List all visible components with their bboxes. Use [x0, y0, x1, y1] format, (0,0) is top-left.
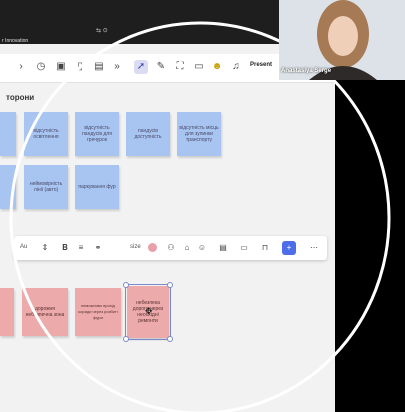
sticky-note[interactable]: відсутність місць для зупинки транспорту: [177, 112, 221, 156]
participant-name: Anastasiya Serge: [281, 68, 332, 74]
webcam-tile: Anastasiya Serge: [279, 0, 405, 80]
frame-icon[interactable]: ⛶: [173, 60, 187, 74]
doc-icon[interactable]: ▯: [73, 60, 87, 74]
cursor-icon: ✥: [145, 306, 153, 316]
sticky-note[interactable]: пандусів доступність: [126, 112, 170, 156]
resize-handle[interactable]: [123, 336, 129, 342]
lock-icon[interactable]: ⊓: [258, 241, 272, 255]
note-icon[interactable]: ▭: [192, 60, 206, 74]
board-icon[interactable]: ▤: [92, 60, 106, 74]
emoji-icon[interactable]: ☺: [195, 241, 209, 255]
timer-icon[interactable]: ◷: [34, 60, 48, 74]
sticky-note[interactable]: [0, 288, 14, 336]
people-icon[interactable]: ⚇: [164, 241, 178, 255]
sticky-note[interactable]: неможливо прохід кориди через розбиті фу…: [75, 288, 121, 336]
sticky-note[interactable]: відсутність освітлення: [24, 112, 68, 156]
align-icon[interactable]: ≡: [74, 241, 88, 255]
window-title: r Innovation: [2, 38, 29, 44]
context-toolbar: Au ⇕ 𝐁 ≡ ⚭ size ⚇ ⌂ ☺ ▤ ▭ ⊓ + ⋯: [14, 236, 327, 260]
pointer-icon[interactable]: ➚: [134, 60, 148, 74]
card-icon[interactable]: ▤: [216, 241, 230, 255]
color-picker[interactable]: [148, 243, 157, 252]
resize-handle[interactable]: [167, 336, 173, 342]
sticky-note[interactable]: [0, 112, 16, 156]
present-button[interactable]: Present: [250, 62, 272, 68]
comment-icon[interactable]: ▣: [54, 60, 68, 74]
sticky-note[interactable]: неймовірність лінії (авто): [24, 165, 68, 209]
bold-icon[interactable]: 𝐁: [58, 241, 72, 255]
pen-icon[interactable]: ✎: [154, 60, 168, 74]
sticky-note[interactable]: відсутність пандусів для гречурок: [75, 112, 119, 156]
title-bar-status-icons: ⇆ ⊙: [96, 28, 108, 34]
section-heading: торони: [6, 93, 35, 102]
bell-icon[interactable]: ♫: [229, 60, 243, 74]
sticky-note[interactable]: [0, 165, 16, 209]
more-options-icon[interactable]: ⋯: [307, 241, 321, 255]
resize-handle[interactable]: [167, 282, 173, 288]
resize-handle[interactable]: [123, 282, 129, 288]
stepper-icon[interactable]: ⇕: [38, 241, 52, 255]
font-selector[interactable]: Au: [20, 244, 27, 250]
tag-icon[interactable]: ⌂: [180, 241, 194, 255]
chevron-right-icon[interactable]: ›: [14, 60, 28, 74]
more-icon[interactable]: »: [110, 60, 124, 74]
add-icon[interactable]: +: [282, 241, 296, 255]
comment-icon[interactable]: ▭: [237, 241, 251, 255]
avatar-icon[interactable]: ☻: [210, 60, 224, 74]
link-icon[interactable]: ⚭: [91, 241, 105, 255]
sticky-note[interactable]: паркування фур: [75, 165, 119, 209]
size-label: size: [130, 244, 141, 250]
sticky-note[interactable]: дорожня небезпечна зона: [22, 288, 68, 336]
